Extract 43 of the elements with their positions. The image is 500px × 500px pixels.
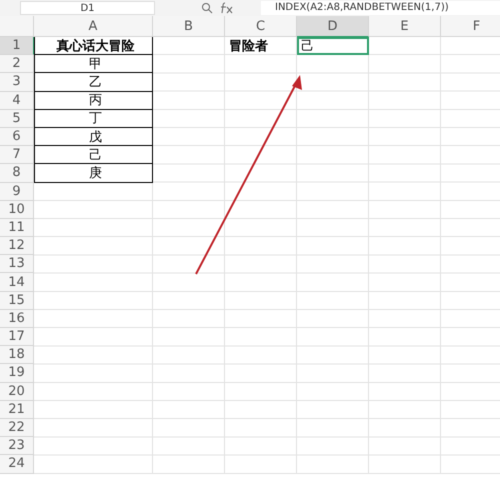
- row-header[interactable]: 1: [0, 37, 34, 56]
- row-header[interactable]: 24: [0, 455, 34, 474]
- row-header[interactable]: 2: [0, 55, 34, 74]
- row-header[interactable]: 15: [0, 292, 34, 310]
- row-header[interactable]: 14: [0, 273, 34, 292]
- row-header[interactable]: 18: [0, 346, 34, 364]
- table-cell[interactable]: 己: [297, 37, 369, 56]
- column-header[interactable]: B: [153, 16, 225, 37]
- table-cell[interactable]: 丁: [34, 110, 153, 128]
- row-header[interactable]: 11: [0, 218, 34, 238]
- column-header[interactable]: A: [34, 16, 153, 37]
- column-header[interactable]: F: [441, 16, 500, 37]
- column-header[interactable]: C: [225, 16, 297, 37]
- table-cell[interactable]: 戊: [34, 128, 153, 146]
- name-box[interactable]: D1: [20, 1, 155, 15]
- table-cell[interactable]: 丙: [34, 92, 153, 110]
- row-header[interactable]: 13: [0, 255, 34, 274]
- row-header[interactable]: 3: [0, 73, 34, 92]
- row-header[interactable]: 17: [0, 328, 34, 346]
- row-header[interactable]: 19: [0, 364, 34, 383]
- row-header[interactable]: 16: [0, 310, 34, 328]
- function-icon[interactable]: [219, 2, 233, 14]
- row-header[interactable]: 9: [0, 182, 34, 201]
- row-header[interactable]: 8: [0, 164, 34, 182]
- row-header[interactable]: 21: [0, 400, 34, 419]
- row-header[interactable]: 4: [0, 92, 34, 110]
- table-cell[interactable]: 甲: [34, 55, 153, 74]
- row-header[interactable]: 22: [0, 418, 34, 438]
- table-cell[interactable]: 庚: [34, 164, 153, 182]
- row-header[interactable]: 6: [0, 128, 34, 146]
- row-header[interactable]: 23: [0, 437, 34, 456]
- row-header[interactable]: 12: [0, 237, 34, 256]
- table-cell[interactable]: 乙: [34, 73, 153, 92]
- column-header[interactable]: E: [369, 16, 441, 37]
- search-icon[interactable]: [201, 2, 213, 14]
- table-cell[interactable]: 己: [34, 146, 153, 164]
- column-header[interactable]: D: [297, 16, 369, 37]
- row-header[interactable]: 5: [0, 110, 34, 128]
- row-header[interactable]: 7: [0, 146, 34, 164]
- formula-field[interactable]: INDEX(A2:A8,RANDBETWEEN(1,7)): [261, 1, 500, 15]
- table-cell[interactable]: 真心话大冒险: [34, 37, 153, 56]
- row-header[interactable]: 10: [0, 200, 34, 219]
- row-header[interactable]: 20: [0, 382, 34, 401]
